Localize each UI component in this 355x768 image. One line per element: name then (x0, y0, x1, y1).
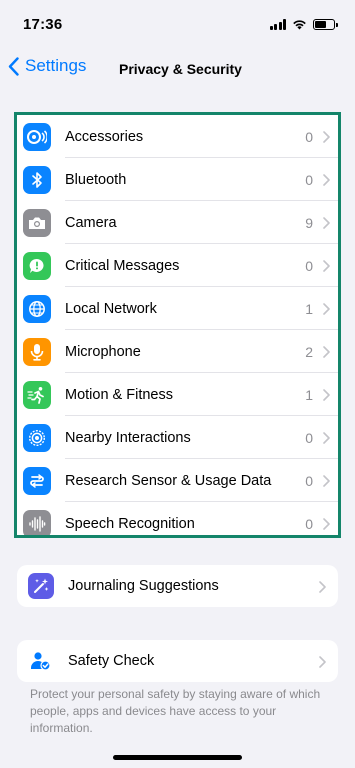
microphone-icon (23, 337, 51, 366)
back-label: Settings (25, 56, 87, 75)
item-label: Motion & Fitness (65, 386, 173, 403)
nearby-interactions-icon (23, 423, 51, 452)
chevron-right-icon (323, 346, 330, 358)
item-count: 2 (305, 343, 313, 360)
item-label: Speech Recognition (65, 515, 195, 532)
item-label: Nearby Interactions (65, 429, 191, 446)
item-count: 0 (305, 515, 313, 532)
sparkles-icon (28, 573, 54, 599)
safety-check-description: Protect your personal safety by staying … (30, 687, 321, 735)
running-figure-icon (23, 380, 51, 409)
waveform-icon (23, 509, 51, 535)
person-check-icon (28, 648, 54, 674)
privacy-item-speech-recognition[interactable]: Speech Recognition 0 (17, 502, 338, 535)
cellular-signal-icon (269, 19, 286, 30)
item-count: 0 (305, 128, 313, 145)
item-label: Microphone (65, 343, 141, 360)
globe-icon (23, 294, 51, 323)
navigation-bar: Settings Privacy & Security (0, 52, 355, 86)
chevron-right-icon (323, 518, 330, 530)
journaling-suggestions-row[interactable]: Journaling Suggestions (17, 565, 338, 607)
item-count: 9 (305, 214, 313, 231)
privacy-item-microphone[interactable]: Microphone 2 (17, 330, 338, 373)
item-label: Bluetooth (65, 171, 127, 188)
item-count: 0 (305, 171, 313, 188)
privacy-item-research-sensor[interactable]: Research Sensor & Usage Data 0 (17, 459, 338, 502)
item-count: 0 (305, 472, 313, 489)
item-count: 0 (305, 257, 313, 274)
privacy-item-camera[interactable]: Camera 9 (17, 201, 338, 244)
status-time: 17:36 (23, 16, 63, 33)
journaling-label: Journaling Suggestions (68, 578, 219, 594)
screen: 17:36 Settings Privacy & Security Access… (0, 0, 355, 768)
privacy-list: Accessories 0 Bluetooth 0 Camera 9 Criti… (17, 115, 338, 535)
chevron-right-icon (323, 303, 330, 315)
home-indicator[interactable] (113, 755, 242, 760)
chevron-right-icon (323, 131, 330, 143)
chevron-right-icon (323, 389, 330, 401)
item-label: Camera (65, 214, 117, 231)
item-count: 1 (305, 300, 313, 317)
chevron-right-icon (323, 260, 330, 272)
chevron-right-icon (319, 656, 326, 668)
privacy-item-motion-fitness[interactable]: Motion & Fitness 1 (17, 373, 338, 416)
privacy-item-local-network[interactable]: Local Network 1 (17, 287, 338, 330)
chevron-left-icon (8, 56, 19, 76)
item-count: 1 (305, 386, 313, 403)
item-count: 0 (305, 429, 313, 446)
research-icon (23, 466, 51, 495)
status-icons (269, 19, 338, 30)
bluetooth-icon (23, 165, 51, 194)
item-label: Critical Messages (65, 257, 180, 274)
item-label: Research Sensor & Usage Data (65, 472, 272, 489)
critical-messages-icon (23, 251, 51, 280)
chevron-right-icon (323, 217, 330, 229)
chevron-right-icon (323, 475, 330, 487)
privacy-item-critical-messages[interactable]: Critical Messages 0 (17, 244, 338, 287)
safety-check-label: Safety Check (68, 653, 155, 669)
chevron-right-icon (323, 432, 330, 444)
status-bar: 17:36 (0, 0, 355, 50)
page-title: Privacy & Security (119, 61, 242, 77)
chevron-right-icon (323, 174, 330, 186)
accessories-icon (23, 122, 51, 151)
privacy-item-accessories[interactable]: Accessories 0 (17, 115, 338, 158)
safety-check-row[interactable]: Safety Check (17, 640, 338, 682)
camera-icon (23, 208, 51, 237)
privacy-item-nearby-interactions[interactable]: Nearby Interactions 0 (17, 416, 338, 459)
privacy-item-bluetooth[interactable]: Bluetooth 0 (17, 158, 338, 201)
battery-icon (313, 19, 338, 30)
wifi-icon (293, 20, 306, 30)
item-label: Local Network (65, 300, 157, 317)
back-button[interactable]: Settings (8, 56, 86, 76)
item-label: Accessories (65, 128, 144, 145)
chevron-right-icon (319, 581, 326, 593)
